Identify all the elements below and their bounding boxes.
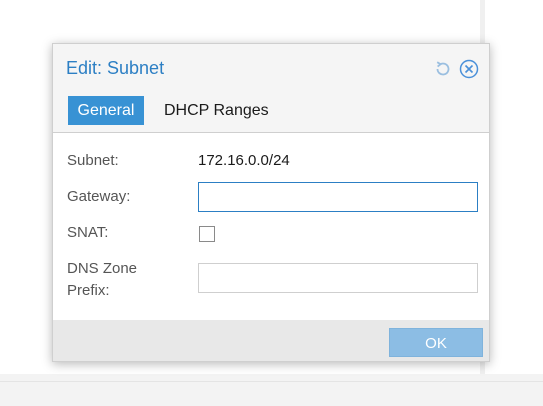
snat-label: SNAT: [67,224,109,241]
form-panel: Subnet: 172.16.0.0/24 Gateway: SNAT: DNS… [53,133,489,320]
ok-button[interactable]: OK [389,328,483,357]
dns-zone-prefix-label-line2: Prefix: [67,282,110,299]
dns-zone-prefix-input[interactable] [198,263,478,293]
refresh-icon[interactable] [433,59,453,79]
subnet-label: Subnet: [67,152,119,169]
background-footer-area [0,374,543,406]
dns-zone-prefix-label-line1: DNS Zone [67,260,138,277]
dialog-footer: OK [53,320,489,361]
background-page [485,0,543,374]
background-divider-line [0,381,543,382]
tab-dhcp-ranges[interactable]: DHCP Ranges [156,96,277,125]
tab-bar: General DHCP Ranges [53,92,489,133]
close-icon[interactable] [459,59,479,79]
tab-general[interactable]: General [68,96,144,125]
dialog-header: Edit: Subnet [53,44,489,92]
gateway-input[interactable] [198,182,478,212]
gateway-label: Gateway: [67,188,131,205]
snat-checkbox[interactable] [199,226,215,242]
dialog-title: Edit: Subnet [66,58,165,78]
edit-subnet-dialog: Edit: Subnet General DHCP Ranges Subnet:… [52,43,490,362]
subnet-value: 172.16.0.0/24 [198,152,290,169]
